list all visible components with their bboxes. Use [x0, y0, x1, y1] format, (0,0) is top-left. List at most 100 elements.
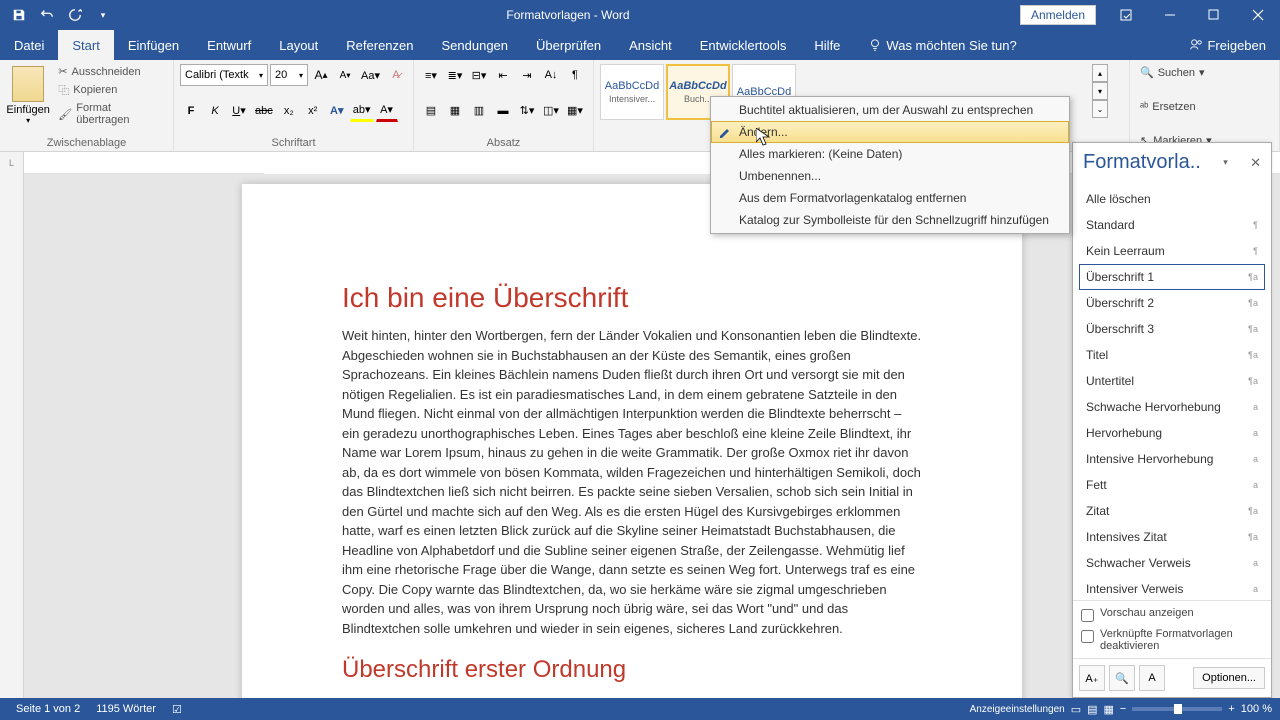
ctx-update-to-match[interactable]: Buchtitel aktualisieren, um der Auswahl …: [711, 99, 1069, 121]
display-settings[interactable]: Anzeigeeinstellungen: [970, 704, 1065, 715]
ctx-rename[interactable]: Umbenennen...: [711, 165, 1069, 187]
view-print-icon[interactable]: ▤: [1087, 703, 1097, 716]
style-gallery-item[interactable]: AaBbCcDd Intensiver...: [600, 64, 664, 120]
gallery-up-icon[interactable]: ▴: [1092, 64, 1108, 82]
undo-icon[interactable]: [34, 2, 60, 28]
proofing-icon[interactable]: ☑: [164, 703, 190, 716]
indent-inc-icon[interactable]: ⇥: [516, 64, 538, 86]
align-center-icon[interactable]: ▦: [444, 100, 466, 122]
align-left-icon[interactable]: ▤: [420, 100, 442, 122]
pane-style-item[interactable]: Titel¶a: [1079, 342, 1265, 368]
ctx-remove-gallery[interactable]: Aus dem Formatvorlagenkatalog entfernen: [711, 187, 1069, 209]
ctx-add-qat[interactable]: Katalog zur Symbolleiste für den Schnell…: [711, 209, 1069, 231]
view-web-icon[interactable]: ▦: [1104, 703, 1114, 716]
minimize-icon[interactable]: [1148, 0, 1192, 30]
pane-style-item[interactable]: Überschrift 1¶a: [1079, 264, 1265, 290]
pane-close-icon[interactable]: ✕: [1250, 155, 1261, 171]
gallery-down-icon[interactable]: ▾: [1092, 82, 1108, 100]
font-name-combo[interactable]: Calibri (Textk▾: [180, 64, 268, 86]
pane-style-item[interactable]: Schwache Hervorhebunga: [1079, 394, 1265, 420]
heading-1[interactable]: Ich bin eine Überschrift: [342, 282, 922, 314]
grow-font-icon[interactable]: A▴: [310, 64, 332, 86]
tab-einfuegen[interactable]: Einfügen: [114, 30, 193, 60]
page-indicator[interactable]: Seite 1 von 2: [8, 703, 88, 715]
tab-ueberpruefen[interactable]: Überprüfen: [522, 30, 615, 60]
vertical-ruler[interactable]: [0, 174, 24, 698]
clear-format-icon[interactable]: A̷: [385, 64, 407, 86]
pane-style-item[interactable]: Überschrift 2¶a: [1079, 290, 1265, 316]
shading-icon[interactable]: ◫▾: [540, 100, 562, 122]
tab-start[interactable]: Start: [58, 30, 113, 60]
subscript-button[interactable]: x₂: [278, 100, 300, 122]
pane-style-item[interactable]: Untertitel¶a: [1079, 368, 1265, 394]
cut-button[interactable]: ✂Ausschneiden: [54, 64, 167, 79]
tab-datei[interactable]: Datei: [0, 30, 58, 60]
linked-styles-checkbox[interactable]: Verknüpfte Formatvorlagen deaktivieren: [1081, 628, 1263, 652]
show-marks-icon[interactable]: ¶: [564, 64, 586, 86]
underline-button[interactable]: U▾: [228, 100, 250, 122]
find-button[interactable]: 🔍Suchen ▾: [1136, 64, 1273, 81]
tab-referenzen[interactable]: Referenzen: [332, 30, 427, 60]
share-button[interactable]: Freigeben: [1175, 30, 1280, 60]
tab-ansicht[interactable]: Ansicht: [615, 30, 686, 60]
pane-style-item[interactable]: Standard¶: [1079, 212, 1265, 238]
pane-style-item[interactable]: Intensives Zitat¶a: [1079, 524, 1265, 550]
pane-style-item[interactable]: Zitat¶a: [1079, 498, 1265, 524]
pane-clear-all[interactable]: Alle löschen: [1079, 186, 1265, 212]
pane-style-item[interactable]: Überschrift 3¶a: [1079, 316, 1265, 342]
font-color-icon[interactable]: A▾: [376, 100, 398, 122]
manage-styles-icon[interactable]: A: [1139, 665, 1165, 691]
style-inspector-icon[interactable]: 🔍: [1109, 665, 1135, 691]
signin-button[interactable]: Anmelden: [1020, 5, 1096, 25]
replace-button[interactable]: ᵃᵇErsetzen: [1136, 99, 1273, 115]
text-effects-icon[interactable]: A▾: [326, 100, 348, 122]
save-icon[interactable]: [6, 2, 32, 28]
pane-style-item[interactable]: Intensiver Verweisa: [1079, 576, 1265, 600]
options-button[interactable]: Optionen...: [1193, 667, 1265, 689]
zoom-slider[interactable]: [1132, 707, 1222, 711]
ctx-modify[interactable]: Ändern...: [711, 121, 1069, 143]
highlight-icon[interactable]: ab▾: [350, 100, 374, 122]
multilevel-icon[interactable]: ⊟▾: [468, 64, 490, 86]
gallery-more-icon[interactable]: ⌄: [1092, 100, 1108, 118]
tab-hilfe[interactable]: Hilfe: [800, 30, 854, 60]
line-spacing-icon[interactable]: ⇅▾: [516, 100, 538, 122]
preview-checkbox[interactable]: Vorschau anzeigen: [1081, 607, 1263, 622]
strike-button[interactable]: abc: [252, 100, 276, 122]
tab-entwicklertools[interactable]: Entwicklertools: [686, 30, 801, 60]
zoom-in-icon[interactable]: +: [1228, 703, 1234, 715]
numbering-icon[interactable]: ≣▾: [444, 64, 466, 86]
font-size-combo[interactable]: 20▾: [270, 64, 308, 86]
shrink-font-icon[interactable]: A▾: [334, 64, 356, 86]
bold-button[interactable]: F: [180, 100, 202, 122]
tab-sendungen[interactable]: Sendungen: [428, 30, 523, 60]
ctx-select-all[interactable]: Alles markieren: (Keine Daten): [711, 143, 1069, 165]
pane-style-item[interactable]: Schwacher Verweisa: [1079, 550, 1265, 576]
tab-layout[interactable]: Layout: [265, 30, 332, 60]
indent-dec-icon[interactable]: ⇤: [492, 64, 514, 86]
ribbon-options-icon[interactable]: [1104, 0, 1148, 30]
copy-button[interactable]: ⿻Kopieren: [54, 81, 167, 99]
pane-style-item[interactable]: Intensive Hervorhebunga: [1079, 446, 1265, 472]
borders-icon[interactable]: ▦▾: [564, 100, 586, 122]
view-read-icon[interactable]: ▭: [1071, 703, 1081, 716]
zoom-level[interactable]: 100 %: [1241, 703, 1272, 715]
redo-icon[interactable]: [62, 2, 88, 28]
tab-entwurf[interactable]: Entwurf: [193, 30, 265, 60]
heading-2[interactable]: Überschrift erster Ordnung: [342, 656, 922, 684]
justify-icon[interactable]: ▬: [492, 100, 514, 122]
superscript-button[interactable]: x²: [302, 100, 324, 122]
pane-style-item[interactable]: Kein Leerraum¶: [1079, 238, 1265, 264]
format-painter-button[interactable]: 🖌Format übertragen: [54, 101, 167, 127]
bullets-icon[interactable]: ≡▾: [420, 64, 442, 86]
body-paragraph[interactable]: Weit hinten, hinter den Wortbergen, fern…: [342, 326, 922, 638]
italic-button[interactable]: K: [204, 100, 226, 122]
paste-button[interactable]: Einfügen ▾: [6, 64, 50, 127]
pane-style-item[interactable]: Fetta: [1079, 472, 1265, 498]
zoom-out-icon[interactable]: −: [1120, 703, 1126, 715]
pane-style-item[interactable]: Hervorhebunga: [1079, 420, 1265, 446]
new-style-icon[interactable]: A₊: [1079, 665, 1105, 691]
page[interactable]: Ich bin eine Überschrift Weit hinten, hi…: [242, 184, 1022, 698]
sort-icon[interactable]: A↓: [540, 64, 562, 86]
qat-more-icon[interactable]: ▾: [90, 2, 116, 28]
